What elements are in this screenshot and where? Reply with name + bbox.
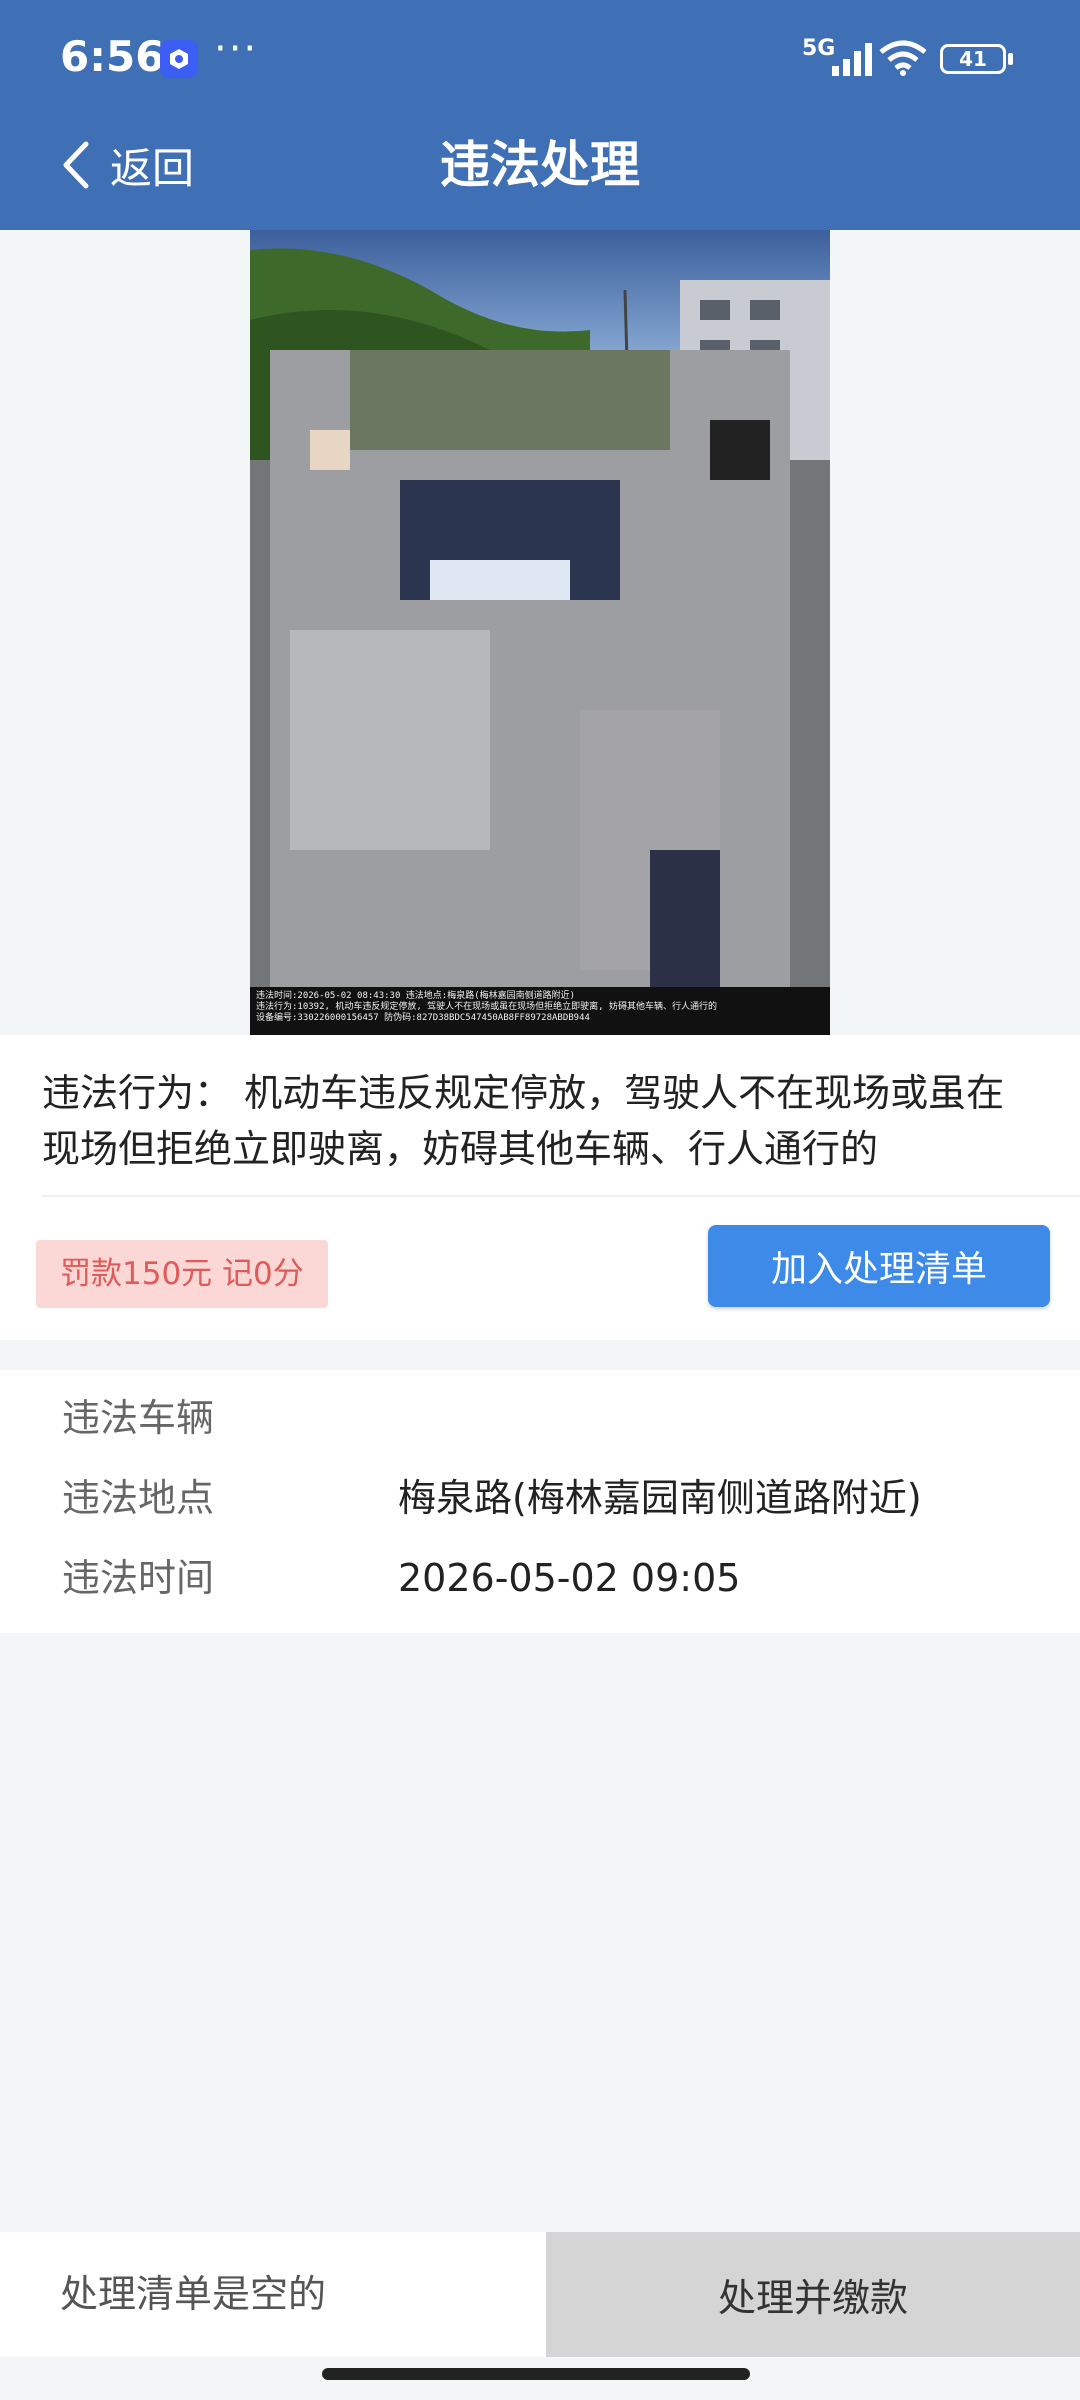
vehicle-label: 违法车辆 xyxy=(62,1396,215,1440)
battery-icon: 41 xyxy=(940,44,1006,74)
divider xyxy=(42,1195,1080,1197)
caption-line: 违法行为:10392, 机动车违反规定停放, 驾驶人不在现场或虽在现场但拒绝立即… xyxy=(256,1002,718,1012)
page-title: 违法处理 xyxy=(440,136,640,194)
violation-info: 违法车辆 违法地点 梅泉路(梅林嘉园南侧道路附近) 违法时间 2026-05-0… xyxy=(0,1370,1080,1633)
home-indicator[interactable] xyxy=(322,2368,750,2380)
violation-photo[interactable]: 违法时间:2026-05-02 08:43:30 违法地点:梅泉路(梅林嘉园南侧… xyxy=(250,230,830,1035)
add-to-list-button[interactable]: 加入处理清单 xyxy=(708,1225,1050,1307)
violation-description: 违法行为： 机动车违反规定停放，驾驶人不在现场或虽在现场但拒绝立即驶离，妨碍其他… xyxy=(42,1065,1042,1177)
battery-tip xyxy=(1008,53,1013,65)
evidence-image xyxy=(250,230,830,1035)
info-row-location: 违法地点 梅泉路(梅林嘉园南侧道路附近) xyxy=(0,1458,1080,1538)
status-bar: 6:56 ··· 5G 41 xyxy=(0,0,1080,120)
bottom-bar: 处理清单是空的 处理并缴款 xyxy=(0,2232,1080,2357)
violation-card: 违法行为： 机动车违反规定停放，驾驶人不在现场或虽在现场但拒绝立即驶离，妨碍其他… xyxy=(0,1035,1080,1340)
photo-caption: 违法时间:2026-05-02 08:43:30 违法地点:梅泉路(梅林嘉园南侧… xyxy=(250,987,830,1035)
time-value: 2026-05-02 09:05 xyxy=(398,1556,741,1600)
time-label: 违法时间 xyxy=(62,1556,215,1600)
location-value: 梅泉路(梅林嘉园南侧道路附近) xyxy=(398,1476,922,1520)
process-and-pay-button[interactable]: 处理并缴款 xyxy=(546,2232,1080,2357)
app-header: 6:56 ··· 5G 41 返回 违法处理 xyxy=(0,0,1080,230)
signal-icon xyxy=(832,43,872,76)
caption-line: 违法时间:2026-05-02 08:43:30 违法地点:梅泉路(梅林嘉园南侧… xyxy=(256,991,576,1001)
info-row-time: 违法时间 2026-05-02 09:05 xyxy=(0,1538,1080,1618)
penalty-badge: 罚款150元 记0分 xyxy=(36,1240,328,1308)
location-label: 违法地点 xyxy=(62,1476,215,1520)
wifi-icon xyxy=(879,40,927,76)
caption-line: 设备编号:330226000156457 防伪码:827D38BDC547450… xyxy=(256,1013,590,1023)
info-row-vehicle: 违法车辆 xyxy=(0,1378,1080,1458)
status-time: 6:56 xyxy=(60,32,165,81)
violation-label: 违法行为： xyxy=(42,1071,233,1115)
more-dots-icon: ··· xyxy=(214,26,259,72)
app-notification-icon xyxy=(160,40,198,78)
process-list-status: 处理清单是空的 xyxy=(60,2272,327,2316)
